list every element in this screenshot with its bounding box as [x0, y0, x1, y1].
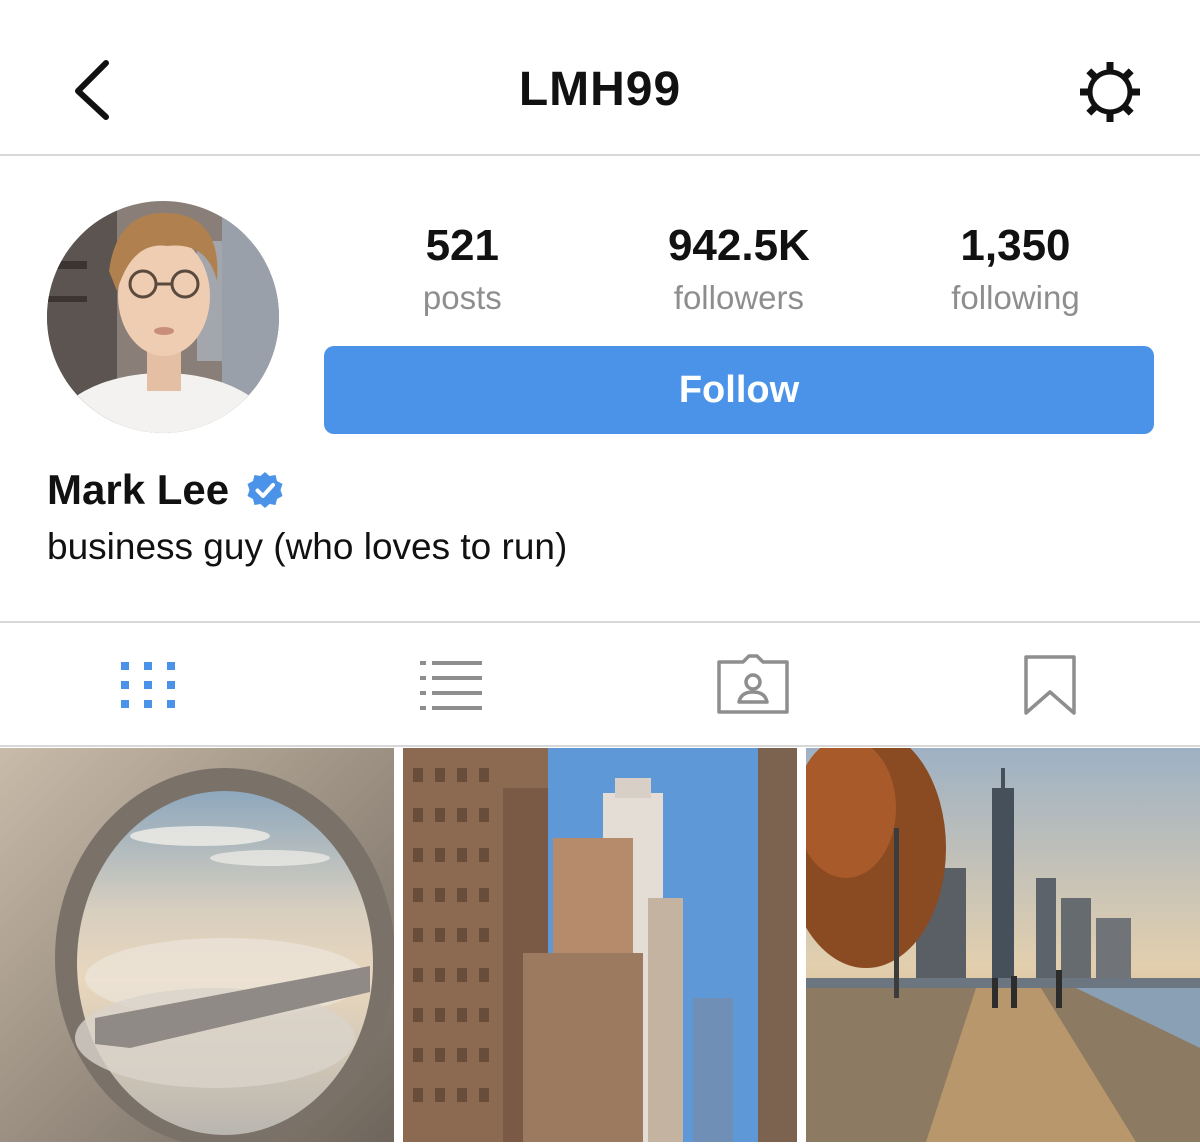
profile-stats: 521 posts 942.5K followers 1,350 followi… — [324, 218, 1154, 328]
follow-button[interactable]: Follow — [324, 346, 1154, 434]
stat-followers-value: 942.5K — [667, 221, 810, 270]
photo-airplane-window[interactable] — [0, 748, 394, 1142]
photo-city-buildings[interactable] — [403, 748, 797, 1142]
avatar-image — [47, 201, 279, 433]
photo-image — [806, 748, 1200, 1142]
stat-following[interactable]: 1,350 following — [877, 218, 1154, 328]
stat-posts[interactable]: 521 posts — [324, 218, 601, 328]
grid-icon — [121, 662, 175, 708]
stat-followers-label: followers — [673, 279, 804, 316]
photo-image — [403, 748, 797, 1142]
profile-bio: business guy (who loves to run) — [47, 526, 568, 567]
tab-grid[interactable] — [114, 653, 184, 717]
profile-tab-bar — [0, 621, 1200, 747]
stat-posts-value: 521 — [425, 221, 499, 270]
tab-list[interactable] — [416, 653, 486, 717]
list-icon — [420, 661, 482, 710]
photo-waterfront-sunset[interactable] — [806, 748, 1200, 1142]
page-title: LMH99 — [518, 63, 682, 116]
gear-icon — [1080, 62, 1140, 122]
avatar[interactable] — [47, 201, 279, 433]
settings-button[interactable] — [1076, 58, 1144, 126]
stat-followers[interactable]: 942.5K followers — [601, 218, 878, 328]
tab-tagged[interactable] — [714, 653, 792, 717]
photo-image — [0, 748, 394, 1142]
verified-badge-icon — [247, 472, 283, 508]
stat-following-label: following — [951, 279, 1080, 316]
photo-grid — [0, 748, 1200, 1147]
tab-saved[interactable] — [1018, 653, 1082, 717]
display-name: Mark Lee — [47, 466, 230, 513]
tagged-icon — [717, 654, 789, 714]
profile-name-row: Mark Lee — [47, 462, 285, 518]
bookmark-icon — [1024, 655, 1076, 715]
top-nav-bar: LMH99 — [0, 0, 1200, 156]
stat-posts-label: posts — [422, 279, 502, 316]
stat-following-value: 1,350 — [960, 221, 1071, 270]
